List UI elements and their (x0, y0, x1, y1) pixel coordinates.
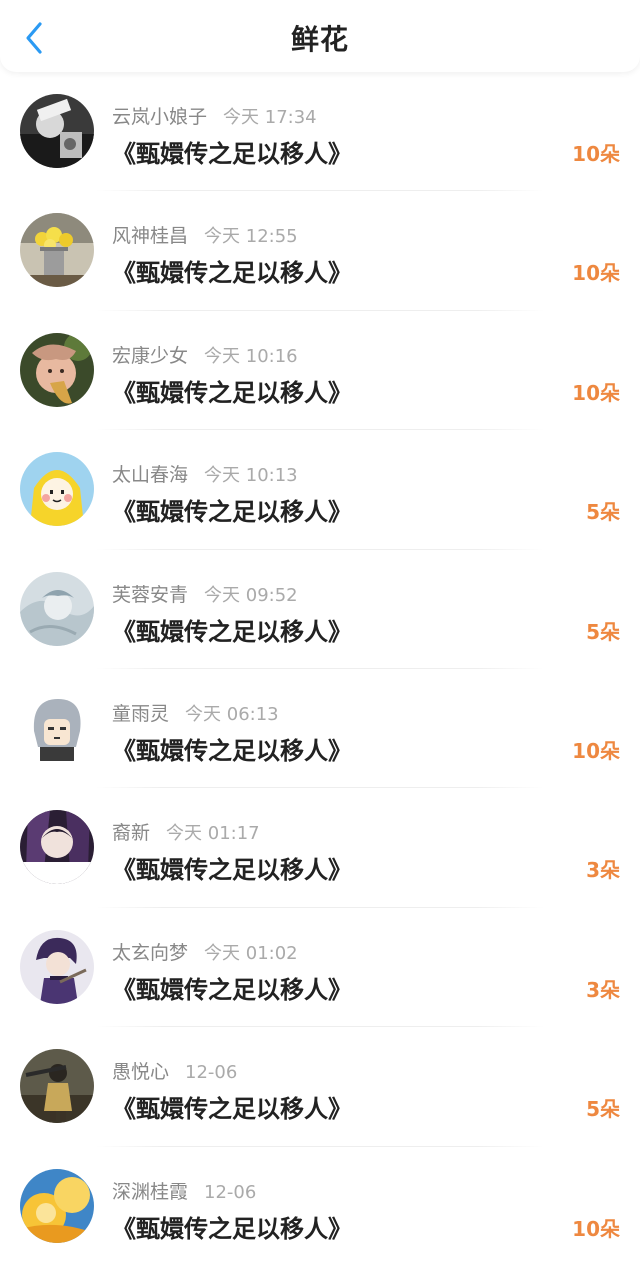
user-name: 宏康少女 今天 10:16 (112, 344, 298, 367)
work-title[interactable]: 《甄嬛传之足以移人》 (112, 850, 352, 885)
list-item[interactable]: 云岚小娘子 今天 17:34 《甄嬛传之足以移人》 10朵 (0, 72, 640, 192)
avatar[interactable] (20, 690, 94, 765)
user-name: 童雨灵 今天 06:13 (112, 702, 279, 725)
user-name: 太玄向梦 今天 01:02 (112, 941, 298, 964)
timestamp: 今天 06:13 (185, 703, 279, 725)
avatar[interactable] (20, 810, 94, 885)
timestamp: 今天 10:16 (204, 345, 298, 367)
timestamp: 今天 01:17 (166, 823, 260, 845)
list-item[interactable]: 芙蓉安青 今天 09:52 《甄嬛传之足以移人》 5朵 (0, 550, 640, 669)
work-title[interactable]: 《甄嬛传之足以移人》 (112, 253, 352, 288)
user-name: 深渊桂霞 12-06 (112, 1180, 257, 1203)
flower-count: 5朵 (586, 1097, 620, 1122)
timestamp: 今天 17:34 (223, 107, 317, 128)
user-name: 太山春海 今天 10:13 (112, 464, 298, 487)
list-item[interactable]: 宏康少女 今天 10:16 《甄嬛传之足以移人》 10朵 (0, 311, 640, 431)
avatar[interactable] (20, 452, 94, 527)
avatar[interactable] (20, 213, 94, 288)
user-name: 芙蓉安青 今天 09:52 (112, 583, 298, 606)
flower-count: 10朵 (572, 261, 620, 286)
flower-count: 3朵 (586, 977, 620, 1002)
avatar[interactable] (20, 571, 94, 646)
user-name: 云岚小娘子 今天 17:34 (112, 106, 317, 128)
timestamp: 今天 01:02 (204, 942, 298, 964)
work-title[interactable]: 《甄嬛传之足以移人》 (112, 1209, 352, 1244)
work-title[interactable]: 《甄嬛传之足以移人》 (112, 134, 352, 169)
work-title[interactable]: 《甄嬛传之足以移人》 (112, 731, 352, 766)
flower-count: 10朵 (572, 142, 620, 166)
user-name: 裔新 今天 01:17 (112, 822, 260, 845)
page-title: 鲜花 (290, 23, 349, 56)
flower-count: 10朵 (572, 738, 620, 763)
avatar[interactable] (20, 332, 94, 407)
work-title[interactable]: 《甄嬛传之足以移人》 (112, 373, 352, 408)
list-item[interactable]: 童雨灵 今天 06:13 《甄嬛传之足以移人》 10朵 (0, 669, 640, 789)
timestamp: 今天 12:55 (204, 226, 298, 248)
flower-count: 5朵 (586, 619, 620, 644)
top-nav-bar: 鲜花 (0, 0, 640, 72)
work-title[interactable]: 《甄嬛传之足以移人》 (112, 492, 352, 527)
timestamp: 今天 09:52 (204, 584, 298, 606)
avatar[interactable] (20, 94, 94, 168)
work-title[interactable]: 《甄嬛传之足以移人》 (112, 612, 352, 647)
user-name: 风神桂昌 今天 12:55 (112, 225, 298, 248)
avatar[interactable] (20, 1168, 94, 1243)
list-item[interactable]: 裔新 今天 01:17 《甄嬛传之足以移人》 3朵 (0, 788, 640, 908)
work-title[interactable]: 《甄嬛传之足以移人》 (112, 1089, 352, 1124)
list-item[interactable]: 风神桂昌 今天 12:55 《甄嬛传之足以移人》 10朵 (0, 191, 640, 311)
user-name: 愚悦心 12-06 (112, 1061, 238, 1084)
flower-count: 10朵 (572, 380, 620, 405)
avatar[interactable] (20, 1049, 94, 1124)
flower-count: 5朵 (586, 500, 620, 525)
flower-count: 10朵 (572, 1216, 620, 1241)
flower-count: 3朵 (586, 858, 620, 883)
timestamp: 12-06 (185, 1062, 238, 1084)
flower-gift-list: 云岚小娘子 今天 17:34 《甄嬛传之足以移人》 10朵 风神桂昌 今天 12:5… (0, 72, 640, 1266)
list-item[interactable]: 太山春海 今天 10:13 《甄嬛传之足以移人》 5朵 (0, 430, 640, 550)
list-item[interactable]: 愚悦心 12-06 《甄嬛传之足以移人》 5朵 (0, 1027, 640, 1147)
avatar[interactable] (20, 929, 94, 1004)
timestamp: 今天 10:13 (204, 465, 298, 487)
list-item[interactable]: 太玄向梦 今天 01:02 《甄嬛传之足以移人》 3朵 (0, 908, 640, 1028)
timestamp: 12-06 (204, 1181, 257, 1203)
work-title[interactable]: 《甄嬛传之足以移人》 (112, 970, 352, 1005)
list-item[interactable]: 深渊桂霞 12-06 《甄嬛传之足以移人》 10朵 (0, 1147, 640, 1266)
